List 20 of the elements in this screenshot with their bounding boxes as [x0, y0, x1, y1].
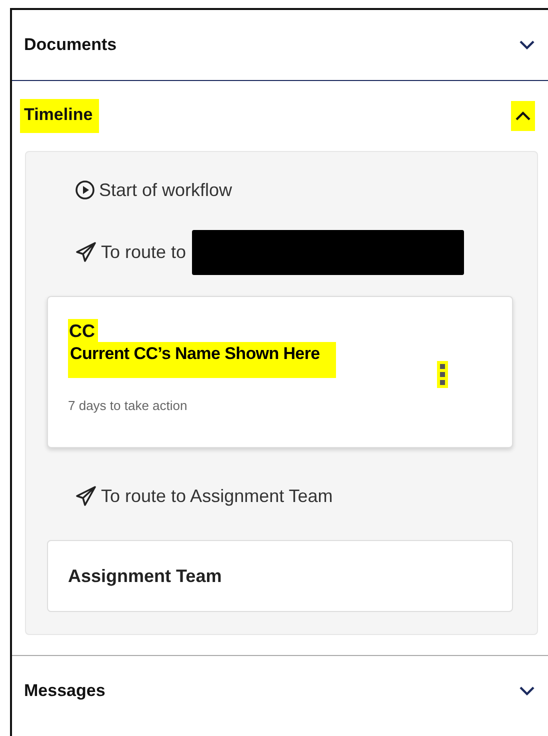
accordion-header[interactable]: Documents	[12, 10, 548, 80]
section-title: Documents	[24, 35, 117, 55]
play-circle-icon	[75, 180, 95, 200]
timeline-step: Start of workflow	[99, 180, 232, 200]
assignee-name: Current CC’s Name Shown Here	[68, 342, 336, 378]
role-label: CC	[68, 319, 98, 342]
send-icon	[75, 486, 97, 506]
chevron-down-icon	[519, 686, 535, 696]
accordion-header[interactable]: Timeline	[12, 81, 548, 151]
chevron-up-icon	[515, 111, 531, 121]
send-icon	[75, 242, 97, 262]
timeline-step: To route to	[101, 242, 186, 262]
more-options-icon[interactable]	[437, 361, 448, 388]
timeline-step: To route to Assignment Team	[101, 486, 333, 506]
chevron-down-icon	[519, 40, 535, 50]
section-title: Timeline	[20, 99, 99, 133]
section-title: Messages	[24, 681, 106, 701]
card-title: Assignment Team	[68, 566, 222, 586]
accordion-header[interactable]: Messages	[12, 656, 548, 726]
deadline-note: 7 days to take action	[68, 398, 188, 413]
